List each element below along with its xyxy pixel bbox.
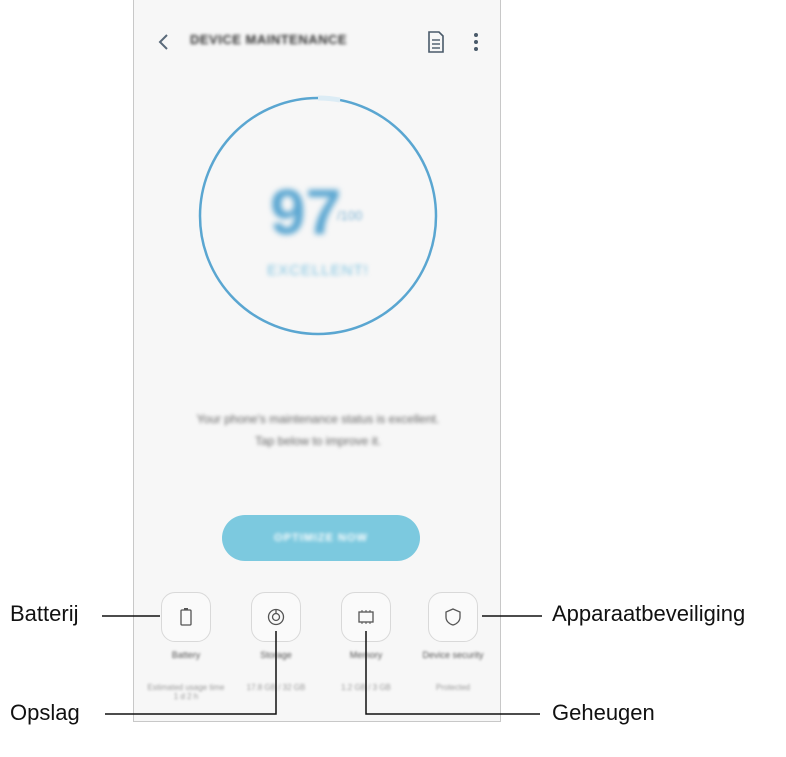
callout-battery: Batterij [10, 601, 79, 626]
callout-security: Apparaatbeveiliging [552, 601, 746, 626]
callout-storage: Opslag [10, 700, 80, 725]
callout-lines [102, 615, 542, 715]
callout-memory: Geheugen [552, 700, 655, 725]
